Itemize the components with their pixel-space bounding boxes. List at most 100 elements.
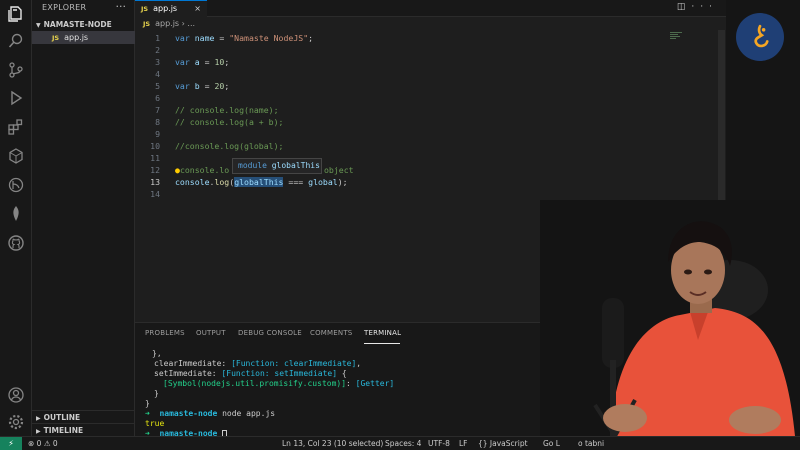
- account-icon[interactable]: [6, 385, 26, 405]
- minimap[interactable]: [670, 32, 684, 42]
- javascript-file-icon: JS: [141, 5, 149, 13]
- punctuation: ;: [308, 33, 314, 43]
- code-line: 11: [135, 152, 695, 164]
- tab-label: app.js: [153, 4, 178, 13]
- close-icon[interactable]: ×: [194, 1, 201, 16]
- hover-name: globalThis: [271, 161, 320, 170]
- code-line: 14: [135, 188, 695, 200]
- comment: // console.log(name);: [175, 105, 279, 115]
- tabnine-status[interactable]: o tabni: [578, 437, 604, 450]
- line-number: 2: [155, 45, 160, 55]
- comment: //console.log(global);: [175, 141, 284, 151]
- terminal-value: [Getter]: [355, 379, 395, 388]
- code-line: 5 var b = 20;: [135, 80, 695, 92]
- mongodb-leaf-icon[interactable]: [6, 204, 26, 224]
- prompt-directory: namaste-node: [159, 409, 218, 418]
- file-app-js[interactable]: JS app.js: [32, 31, 135, 44]
- tab-debug-console[interactable]: DEBUG CONSOLE: [238, 329, 302, 337]
- terminal-value: [Function: setImmediate]: [221, 369, 338, 378]
- outline-section[interactable]: ▶ OUTLINE: [32, 410, 135, 423]
- tab-output[interactable]: OUTPUT: [196, 329, 226, 337]
- github-icon[interactable]: [6, 233, 26, 253]
- identifier: name: [194, 33, 215, 43]
- status-bar: ⚡ ⊗ 0 ⚠ 0 Ln 13, Col 23 (10 selected) Sp…: [0, 436, 800, 450]
- more-actions-icon[interactable]: ···: [116, 0, 127, 13]
- terminal-punct: {: [337, 369, 347, 378]
- remote-explorer-icon[interactable]: [6, 146, 26, 166]
- line-number: 11: [150, 153, 160, 163]
- operator: =: [199, 57, 215, 67]
- timeline-label: TIMELINE: [43, 426, 84, 435]
- run-debug-icon[interactable]: [6, 88, 26, 108]
- tab-problems[interactable]: PROBLEMS: [145, 329, 185, 337]
- line-number: 4: [155, 69, 160, 79]
- comment-start: console.lo: [179, 165, 230, 175]
- code-line: 4: [135, 68, 695, 80]
- extensions-icon[interactable]: [6, 117, 26, 137]
- line-number: 6: [155, 93, 160, 103]
- indentation[interactable]: Spaces: 4: [385, 437, 421, 450]
- end-of-line[interactable]: LF: [459, 437, 468, 450]
- terminal-prompt-line: ➜ namaste-node node app.js: [145, 409, 275, 419]
- code-line: 12 ●console.lo object: [135, 164, 695, 176]
- settings-gear-icon[interactable]: [6, 412, 26, 432]
- folder-label: NAMASTE-NODE: [43, 20, 112, 29]
- tab-comments[interactable]: COMMENTS: [310, 329, 352, 337]
- terminal-key: setImmediate:: [154, 369, 222, 378]
- chevron-down-icon: ▼: [36, 22, 41, 29]
- timeline-section[interactable]: ▶ TIMELINE: [32, 423, 135, 436]
- javascript-file-icon: JS: [52, 34, 60, 42]
- comment: // console.log(a + b);: [175, 117, 284, 127]
- active-tab-indicator: [364, 343, 400, 344]
- identifier: console: [175, 177, 210, 187]
- breadcrumb-file[interactable]: app.js: [155, 19, 179, 28]
- tab-app-js[interactable]: JS app.js ×: [135, 0, 207, 17]
- operator: =: [214, 33, 230, 43]
- chevron-right-icon: ▶: [36, 415, 41, 422]
- presenter-webcam: [540, 200, 800, 436]
- prompt-arrow: ➜: [145, 409, 150, 418]
- outline-label: OUTLINE: [43, 413, 81, 422]
- number-literal: 20: [214, 81, 225, 91]
- operator: ===: [283, 177, 309, 187]
- explorer-icon[interactable]: [6, 4, 26, 24]
- punctuation: ;: [224, 57, 230, 67]
- code-line: 8 // console.log(a + b);: [135, 116, 695, 128]
- terminal-command: node app.js: [217, 409, 276, 418]
- more-actions-icon[interactable]: ···: [691, 2, 718, 12]
- terminal-line: setImmediate: [Function: setImmediate] {: [154, 369, 347, 379]
- encoding[interactable]: UTF-8: [428, 437, 450, 450]
- language-mode[interactable]: {} JavaScript: [478, 437, 528, 450]
- breadcrumb-separator: › ...: [179, 19, 196, 28]
- punctuation: ;: [224, 81, 230, 91]
- code-line: 9: [135, 128, 695, 140]
- terminal-line: }: [154, 389, 159, 398]
- cursor-position[interactable]: Ln 13, Col 23 (10 selected): [282, 437, 383, 450]
- tab-terminal[interactable]: TERMINAL: [364, 329, 401, 337]
- remote-indicator-icon[interactable]: ⚡: [0, 437, 22, 450]
- go-live-button[interactable]: Go L: [543, 437, 560, 450]
- javascript-file-icon: JS: [143, 20, 151, 28]
- selected-text: globalThis: [234, 177, 284, 187]
- terminal-line: }: [145, 399, 150, 408]
- number-literal: 10: [214, 57, 225, 67]
- source-control-icon[interactable]: [6, 60, 26, 80]
- split-editor-icon[interactable]: ◫: [677, 2, 692, 12]
- git-graph-icon[interactable]: [6, 175, 26, 195]
- search-icon[interactable]: [6, 31, 26, 51]
- editor-scrollbar[interactable]: [718, 30, 725, 220]
- explorer-sidebar: EXPLORER ··· ▼ NAMASTE-NODE JS app.js ▶ OUT…: [32, 0, 135, 436]
- folder-namaste-node[interactable]: ▼ NAMASTE-NODE: [32, 18, 135, 31]
- comment-end: object: [324, 165, 354, 175]
- terminal-punct: :: [346, 379, 356, 388]
- editor-actions: ◫···: [677, 2, 718, 12]
- function-name: log: [214, 177, 230, 187]
- line-number: 7: [155, 105, 160, 115]
- code-line: 1 var name = "Namaste NodeJS";: [135, 32, 695, 44]
- problems-count[interactable]: ⊗ 0 ⚠ 0: [28, 437, 58, 450]
- line-number: 9: [155, 129, 160, 139]
- explorer-title: EXPLORER: [42, 3, 87, 12]
- channel-logo: [736, 13, 784, 61]
- line-number: 12: [150, 165, 160, 175]
- terminal-line: },: [152, 349, 162, 358]
